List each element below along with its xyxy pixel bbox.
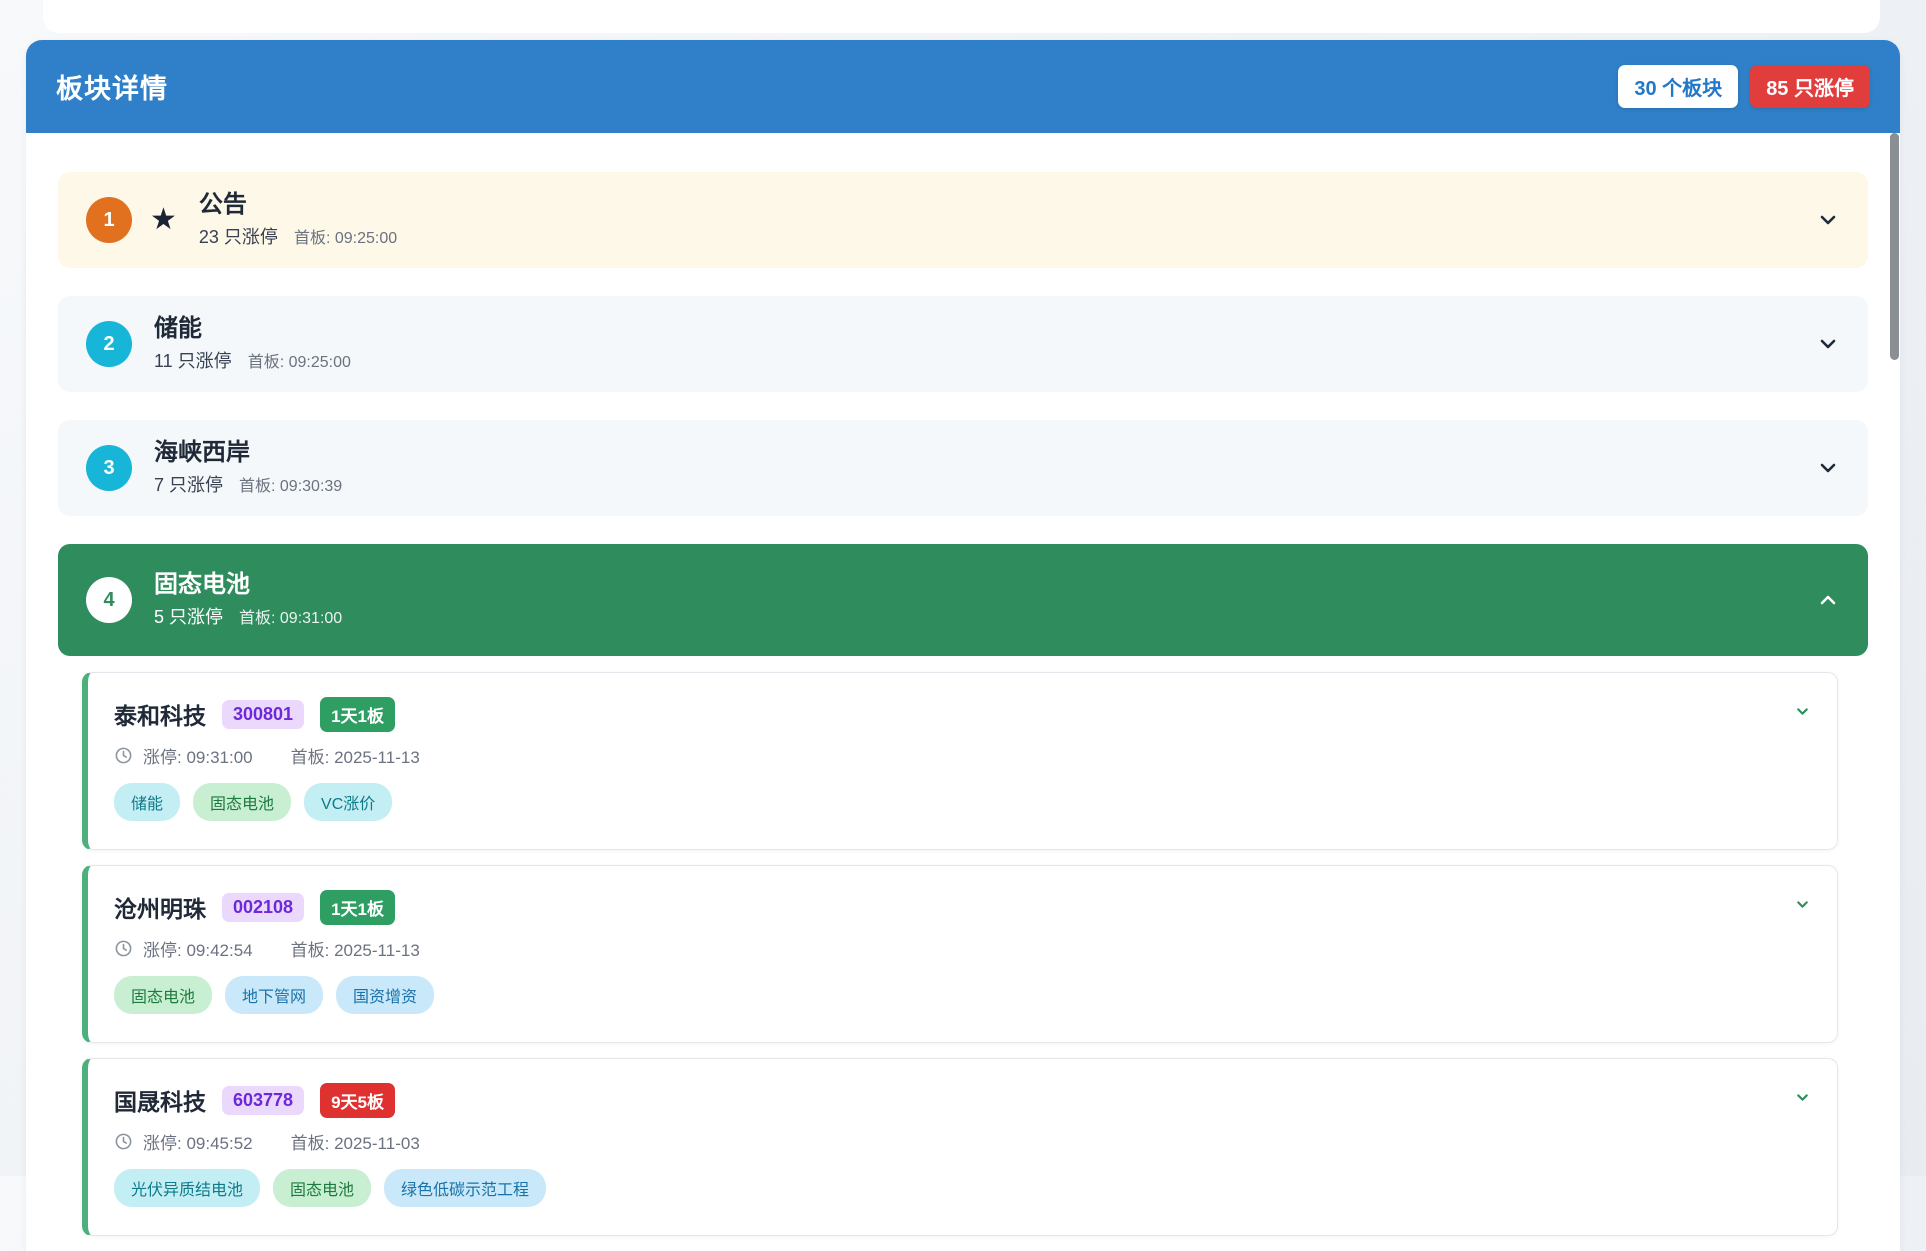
chevron-down-icon[interactable] <box>1816 208 1840 232</box>
sector-subtitle: 23 只涨停 首板: 09:25:00 <box>199 223 397 249</box>
limit-up-count: 7 只涨停 <box>154 471 223 497</box>
concept-tag[interactable]: 固态电池 <box>114 976 212 1014</box>
sector-subtitle: 11 只涨停 首板: 09:25:00 <box>154 347 351 373</box>
stock-meta: 涨停: 09:42:54 首板: 2025-11-13 <box>114 936 1809 960</box>
rank-badge: 2 <box>86 321 132 367</box>
limit-up-count: 23 只涨停 <box>199 223 278 249</box>
chevron-down-icon[interactable] <box>1816 456 1840 480</box>
chevron-down-icon[interactable] <box>1794 896 1811 918</box>
board-streak-badge: 1天1板 <box>320 697 395 732</box>
stock-name: 国晟科技 <box>114 1083 206 1117</box>
first-board-time: 首板: 09:30:39 <box>239 472 342 496</box>
chevron-down-icon[interactable] <box>1794 703 1811 725</box>
limit-up-count-badge: 85 只涨停 <box>1750 65 1870 108</box>
sector-name: 海峡西岸 <box>154 439 342 467</box>
rank-badge: 4 <box>86 577 132 623</box>
sector-name: 公告 <box>199 191 397 219</box>
stock-code-badge: 300801 <box>222 700 304 729</box>
rank-badge: 3 <box>86 445 132 491</box>
stock-tags: 光伏异质结电池 固态电池 绿色低碳示范工程 <box>114 1169 1809 1207</box>
concept-tag[interactable]: VC涨价 <box>304 783 392 821</box>
stock-meta: 涨停: 09:31:00 首板: 2025-11-13 <box>114 743 1809 767</box>
sector-list: 1 ★ 公告 23 只涨停 首板: 09:25:00 2 <box>26 133 1900 1236</box>
limit-up-time: 涨停: 09:45:52 <box>143 1129 253 1154</box>
sector-name: 固态电池 <box>154 571 342 599</box>
scroll-area: 板块详情 30 个板块 85 只涨停 1 ★ 公告 23 只涨停 首板: 09:… <box>26 0 1900 1176</box>
page-title: 板块详情 <box>56 67 168 106</box>
stock-card-guosheng[interactable]: 国晟科技 603778 9天5板 涨停: 09:45:52 首板: 2025-1… <box>82 1058 1838 1236</box>
concept-tag[interactable]: 固态电池 <box>273 1169 371 1207</box>
clock-icon <box>114 1132 133 1151</box>
sector-detail-panel: 板块详情 30 个板块 85 只涨停 1 ★ 公告 23 只涨停 首板: 09:… <box>26 40 1900 1251</box>
sector-row-2[interactable]: 2 储能 11 只涨停 首板: 09:25:00 <box>58 296 1868 392</box>
sector-count-badge: 30 个板块 <box>1618 65 1738 108</box>
panel-header: 板块详情 30 个板块 85 只涨停 <box>26 40 1900 133</box>
chevron-up-icon[interactable] <box>1816 588 1840 612</box>
first-board-date: 首板: 2025-11-13 <box>291 743 420 768</box>
vertical-scrollbar-thumb[interactable] <box>1890 133 1899 360</box>
clock-icon <box>114 939 133 958</box>
stock-card-cangzhou[interactable]: 沧州明珠 002108 1天1板 涨停: 09:42:54 首板: 2025-1… <box>82 865 1838 1043</box>
sector-subtitle: 7 只涨停 首板: 09:30:39 <box>154 471 342 497</box>
concept-tag[interactable]: 光伏异质结电池 <box>114 1169 260 1207</box>
concept-tag[interactable]: 固态电池 <box>193 783 291 821</box>
sector-name: 储能 <box>154 315 351 343</box>
concept-tag[interactable]: 储能 <box>114 783 180 821</box>
sector-text: 固态电池 5 只涨停 首板: 09:31:00 <box>154 571 342 630</box>
concept-tag[interactable]: 地下管网 <box>225 976 323 1014</box>
concept-tag[interactable]: 绿色低碳示范工程 <box>384 1169 546 1207</box>
stock-title-row: 沧州明珠 002108 1天1板 <box>114 890 1809 924</box>
stock-meta: 涨停: 09:45:52 首板: 2025-11-03 <box>114 1129 1809 1153</box>
first-board-time: 首板: 09:25:00 <box>248 348 351 372</box>
clock-icon <box>114 746 133 765</box>
stock-code-badge: 603778 <box>222 1086 304 1115</box>
sector-row-4[interactable]: 4 固态电池 5 只涨停 首板: 09:31:00 <box>58 544 1868 656</box>
stock-name: 泰和科技 <box>114 697 206 731</box>
stock-title-row: 泰和科技 300801 1天1板 <box>114 697 1809 731</box>
star-icon: ★ <box>150 205 177 235</box>
first-board-date: 首板: 2025-11-03 <box>291 1129 420 1154</box>
sector-text: 公告 23 只涨停 首板: 09:25:00 <box>199 191 397 250</box>
sector-row-3[interactable]: 3 海峡西岸 7 只涨停 首板: 09:30:39 <box>58 420 1868 516</box>
stock-name: 沧州明珠 <box>114 890 206 924</box>
limit-up-time: 涨停: 09:31:00 <box>143 743 253 768</box>
stock-card-taihe[interactable]: 泰和科技 300801 1天1板 涨停: 09:31:00 首板: 2025-1… <box>82 672 1838 850</box>
chevron-down-icon[interactable] <box>1816 332 1840 356</box>
stock-title-row: 国晟科技 603778 9天5板 <box>114 1083 1809 1117</box>
stock-tags: 固态电池 地下管网 国资增资 <box>114 976 1809 1014</box>
sector-text: 储能 11 只涨停 首板: 09:25:00 <box>154 315 351 374</box>
header-badges: 30 个板块 85 只涨停 <box>1618 65 1870 108</box>
board-streak-badge: 1天1板 <box>320 890 395 925</box>
stock-code-badge: 002108 <box>222 893 304 922</box>
first-board-date: 首板: 2025-11-13 <box>291 936 420 961</box>
board-streak-badge: 9天5板 <box>320 1083 395 1118</box>
limit-up-count: 11 只涨停 <box>154 347 232 373</box>
sector-text: 海峡西岸 7 只涨停 首板: 09:30:39 <box>154 439 342 498</box>
rank-badge: 1 <box>86 197 132 243</box>
first-board-time: 首板: 09:25:00 <box>294 224 397 248</box>
page: 板块详情 30 个板块 85 只涨停 1 ★ 公告 23 只涨停 首板: 09:… <box>0 0 1926 1176</box>
first-board-time: 首板: 09:31:00 <box>239 604 342 628</box>
sector-row-1[interactable]: 1 ★ 公告 23 只涨停 首板: 09:25:00 <box>58 172 1868 268</box>
stock-tags: 储能 固态电池 VC涨价 <box>114 783 1809 821</box>
limit-up-count: 5 只涨停 <box>154 603 223 629</box>
sector-subtitle: 5 只涨停 首板: 09:31:00 <box>154 603 342 629</box>
scrolled-card-remnant <box>43 0 1880 33</box>
concept-tag[interactable]: 国资增资 <box>336 976 434 1014</box>
limit-up-time: 涨停: 09:42:54 <box>143 936 253 961</box>
chevron-down-icon[interactable] <box>1794 1089 1811 1111</box>
